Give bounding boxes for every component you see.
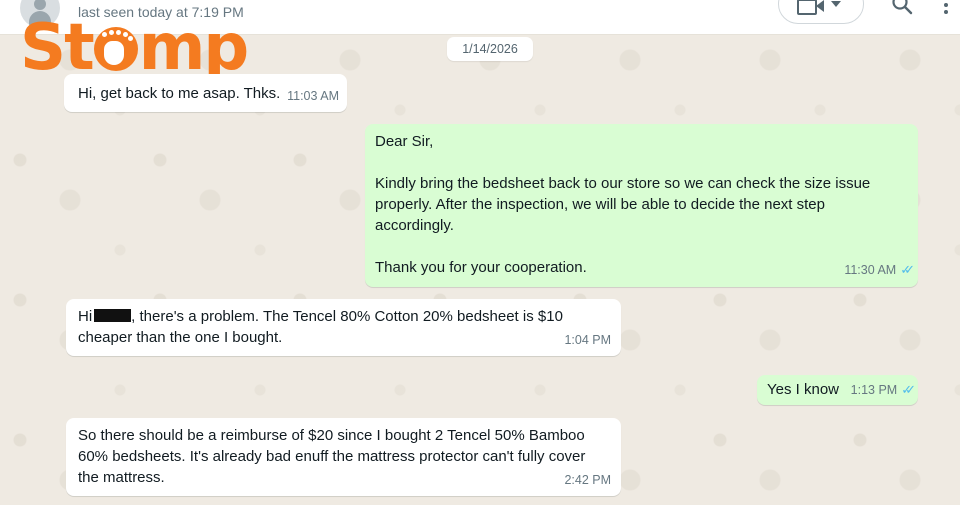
date-divider: 1/14/2026 [447,37,533,61]
redacted-name [94,309,132,322]
incoming-message[interactable]: Hi, get back to me asap. Thks. 11:03 AM [64,74,347,112]
message-text: Hi, there's a problem. The Tencel 80% Co… [78,308,563,346]
message-text: Yes I know [767,381,839,398]
video-call-button[interactable] [778,0,864,24]
incoming-message[interactable]: Hi, there's a problem. The Tencel 80% Co… [66,299,621,356]
double-check-icon: ✓✓ [901,382,916,397]
chevron-down-icon [831,1,841,7]
incoming-message[interactable]: So there should be a reimburse of $20 si… [66,418,621,496]
message-time: 11:03 AM [287,89,339,103]
video-call-icon [797,0,817,15]
search-icon [892,0,913,15]
message-text: Dear Sir, Kindly bring the bedsheet back… [375,133,871,276]
message-meta: 1:13 PM ✓✓ [850,379,916,401]
menu-button[interactable] [940,0,952,18]
search-button[interactable] [890,0,914,16]
avatar-icon [34,0,46,10]
message-meta: 11:30 AM ✓✓ [844,259,915,281]
double-check-icon: ✓✓ [900,262,915,277]
message-text: So there should be a reimburse of $20 si… [78,427,586,486]
outgoing-message[interactable]: Dear Sir, Kindly bring the bedsheet back… [365,124,918,287]
message-time: 2:42 PM [564,473,611,487]
outgoing-message[interactable]: Yes I know 1:13 PM ✓✓ [757,375,918,405]
footprint-icon [93,27,138,71]
message-time: 1:04 PM [564,333,611,347]
message-text: Hi, get back to me asap. Thks. [78,85,281,102]
message-time: 1:13 PM [850,383,898,397]
message-time: 11:30 AM [844,263,897,277]
